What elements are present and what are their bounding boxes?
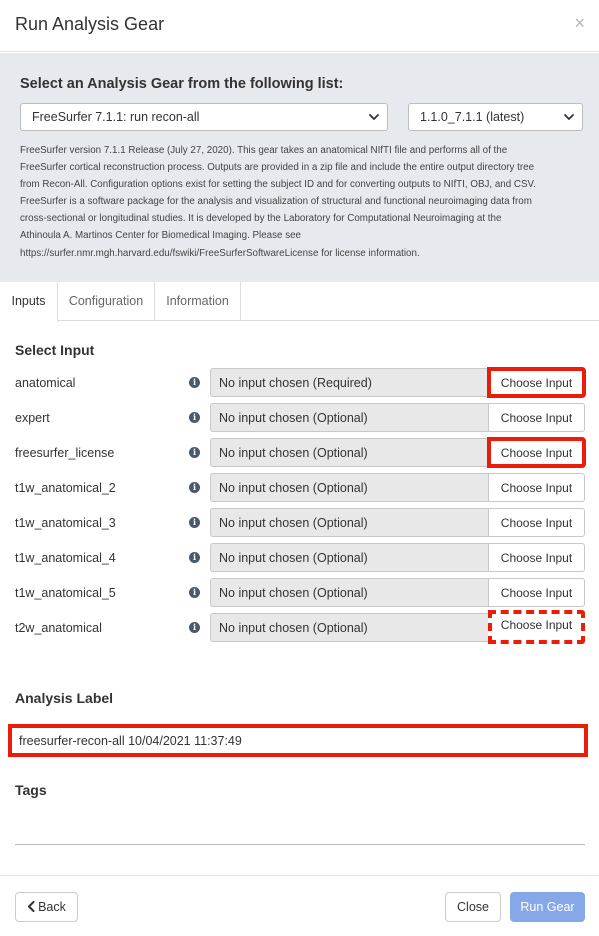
choose-input-button[interactable]: Choose Input [487, 437, 586, 468]
choose-input-button[interactable]: Choose Input [488, 543, 585, 572]
description-line: FreeSurfer version 7.1.1 Release (July 2… [20, 145, 508, 156]
gear-selection-panel: Select an Analysis Gear from the followi… [0, 53, 599, 282]
description-line: cross-sectional or longitudinal studies.… [20, 213, 502, 225]
version-select[interactable]: 1.1.0_7.1.1 (latest) [408, 103, 583, 131]
select-input-heading: Select Input [15, 342, 95, 358]
analysis-label-input[interactable]: freesurfer-recon-all 10/04/2021 11:37:49 [8, 724, 588, 757]
tab-information[interactable]: Information [155, 282, 241, 321]
run-gear-button[interactable]: Run Gear [510, 892, 585, 922]
input-label: anatomical [15, 376, 76, 390]
info-icon[interactable]: i [189, 482, 200, 493]
input-label: t2w_anatomical [15, 621, 102, 635]
input-row-expert: expert i No input chosen (Optional) Choo… [0, 403, 599, 433]
chevron-left-icon [28, 901, 35, 912]
input-row-freesurfer-license: freesurfer_license i No input chosen (Op… [0, 437, 599, 468]
choose-input-button[interactable]: Choose Input [488, 610, 585, 644]
choose-input-button[interactable]: Choose Input [488, 578, 585, 607]
gear-description: FreeSurfer version 7.1.1 Release (July 2… [20, 142, 580, 262]
info-icon[interactable]: i [189, 377, 200, 388]
choose-input-button[interactable]: Choose Input [488, 508, 585, 537]
input-row-t2w-anatomical: t2w_anatomical i No input chosen (Option… [0, 610, 599, 644]
input-row-t1w-anatomical-5: t1w_anatomical_5 i No input chosen (Opti… [0, 578, 599, 608]
input-label: t1w_anatomical_5 [15, 586, 116, 600]
chevron-updown-icon [369, 114, 379, 120]
tags-heading: Tags [15, 782, 47, 798]
close-icon[interactable]: × [574, 13, 585, 33]
choose-input-button[interactable]: Choose Input [487, 367, 586, 398]
gear-select-value: FreeSurfer 7.1.1: run recon-all [32, 110, 200, 124]
info-icon[interactable]: i [189, 587, 200, 598]
info-icon[interactable]: i [189, 447, 200, 458]
input-value-field: No input chosen (Optional) [210, 578, 489, 607]
description-line: from Recon-All. Configuration options ex… [20, 179, 536, 191]
close-button[interactable]: Close [445, 892, 501, 922]
gear-select[interactable]: FreeSurfer 7.1.1: run recon-all [20, 103, 388, 131]
tab-bar: Inputs Configuration Information [0, 282, 599, 322]
description-line: FreeSurfer is a software package for the… [20, 196, 532, 208]
input-row-t1w-anatomical-3: t1w_anatomical_3 i No input chosen (Opti… [0, 508, 599, 538]
choose-input-button[interactable]: Choose Input [488, 403, 585, 432]
input-label: t1w_anatomical_2 [15, 481, 116, 495]
gear-selection-heading: Select an Analysis Gear from the followi… [20, 76, 344, 92]
description-line: FreeSurfer cortical reconstruction proce… [20, 162, 535, 174]
chevron-updown-icon [564, 114, 574, 120]
version-select-value: 1.1.0_7.1.1 (latest) [420, 110, 525, 124]
tags-input[interactable] [15, 808, 585, 845]
input-value-field: No input chosen (Optional) [210, 473, 489, 502]
input-value-field: No input chosen (Required) [210, 368, 489, 397]
tab-inputs[interactable]: Inputs [0, 282, 58, 322]
description-line: Athinoula A. Martinos Center for Biomedi… [20, 230, 301, 242]
info-icon[interactable]: i [189, 622, 200, 633]
description-line: https://surfer.nmr.mgh.harvard.edu/fswik… [20, 247, 420, 259]
input-label: t1w_anatomical_3 [15, 516, 116, 530]
info-icon[interactable]: i [189, 412, 200, 423]
input-row-t1w-anatomical-4: t1w_anatomical_4 i No input chosen (Opti… [0, 543, 599, 573]
input-value-field: No input chosen (Optional) [210, 508, 489, 537]
choose-input-button[interactable]: Choose Input [488, 473, 585, 502]
modal-footer: Back Close Run Gear [0, 875, 599, 936]
info-icon[interactable]: i [189, 552, 200, 563]
input-value-field: No input chosen (Optional) [210, 403, 489, 432]
input-value-field: No input chosen (Optional) [210, 543, 489, 572]
modal-title: Run Analysis Gear [15, 14, 165, 34]
input-label: expert [15, 411, 50, 425]
input-value-field: No input chosen (Optional) [210, 438, 489, 467]
back-button-label: Back [38, 900, 66, 914]
tab-configuration[interactable]: Configuration [58, 282, 155, 321]
input-row-anatomical: anatomical i No input chosen (Required) … [0, 367, 599, 398]
modal-header: Run Analysis Gear × [0, 0, 599, 52]
info-icon[interactable]: i [189, 517, 200, 528]
input-value-field: No input chosen (Optional) [210, 613, 489, 642]
back-button[interactable]: Back [15, 892, 78, 922]
analysis-label-heading: Analysis Label [15, 690, 114, 706]
input-label: t1w_anatomical_4 [15, 551, 116, 565]
input-label: freesurfer_license [15, 446, 115, 460]
input-row-t1w-anatomical-2: t1w_anatomical_2 i No input chosen (Opti… [0, 473, 599, 503]
